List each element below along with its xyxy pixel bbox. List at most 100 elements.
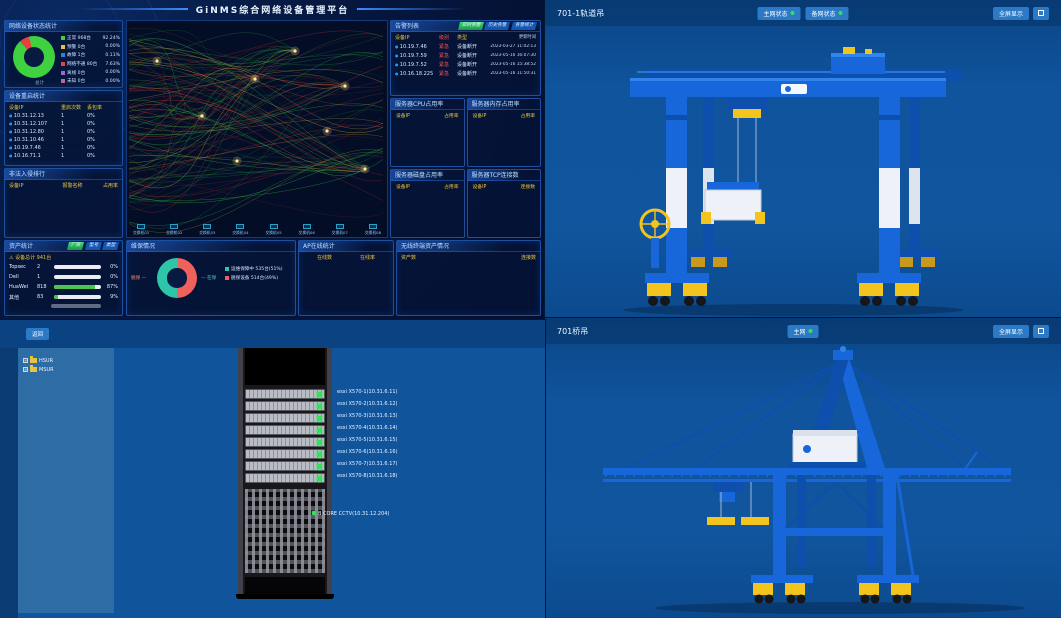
- back-button[interactable]: 返回: [26, 328, 49, 340]
- server-unit-1[interactable]: [245, 389, 325, 399]
- tree-item-1[interactable]: +MSUR: [23, 365, 109, 374]
- tab-1[interactable]: 型号: [85, 242, 102, 250]
- panel-title: 设备重启统计: [5, 91, 122, 102]
- warranty-donut-chart[interactable]: [157, 258, 197, 298]
- device-status-donut-chart[interactable]: [13, 36, 55, 78]
- table-row[interactable]: 10.19.7.46紧急设备断开2023-03-27 11:02:13: [391, 42, 540, 51]
- device-status-panel: 网络设备状态统计 正常 968台92.24%预警 0台0.00%故障 1台0.1…: [4, 20, 123, 88]
- table-row[interactable]: 10.16.18.225紧急设备断开2023-05-16 11:50:31: [391, 69, 540, 78]
- column-header: 资产数: [401, 254, 416, 261]
- table-row[interactable]: 10.19.7.4610%: [5, 144, 122, 152]
- status-pill[interactable]: 备网状态: [806, 7, 849, 20]
- status-pill[interactable]: 主网状态: [757, 7, 800, 20]
- tree-item-0[interactable]: +HSUR: [23, 356, 109, 365]
- topology-node[interactable]: 交换机04: [232, 224, 248, 236]
- server-label: esxi X570-3(10.31.6.13): [337, 413, 398, 419]
- column-header: 更新时间: [487, 34, 536, 41]
- column-header: 级别: [439, 34, 457, 41]
- topology-node[interactable]: 交换机05: [265, 224, 281, 236]
- rtg-crane-viewport[interactable]: 701-1轨道吊 主网状态备网状态 全屏显示: [545, 0, 1061, 318]
- legend-row: 未知 0台0.00%: [61, 77, 120, 86]
- server-label: esxi X570-1(10.31.6.11): [337, 389, 398, 395]
- topology-node[interactable]: 交换机07: [332, 224, 348, 236]
- table-row[interactable]: 10.19.7.52紧急设备断开2023-05-16 15:38:52: [391, 60, 540, 69]
- status-pill[interactable]: 主网: [787, 325, 818, 338]
- network-status-pills: 主网状态备网状态: [757, 7, 848, 20]
- intrusion-panel: 非法入侵排行 设备IP报警名称占用率: [4, 168, 123, 238]
- column-header: 类型: [457, 34, 487, 41]
- server-unit-3[interactable]: [245, 413, 325, 423]
- server-unit-5[interactable]: [245, 437, 325, 447]
- legend-swatch-icon: [225, 276, 229, 280]
- status-led-icon: [317, 404, 322, 409]
- server-unit-7[interactable]: [245, 461, 325, 471]
- asset-note: ⚠ 设备总计 941台: [5, 252, 122, 262]
- rack-view-header: 返回: [0, 320, 545, 348]
- table-header: 资产数连接数: [397, 252, 540, 262]
- table-row[interactable]: 10.31.10.4610%: [5, 136, 122, 144]
- server-unit-4[interactable]: [245, 425, 325, 435]
- header-wing-right: [357, 8, 467, 10]
- table-row[interactable]: 10.19.7.59紧急设备断开2023-05-16 16:07:30: [391, 51, 540, 60]
- online-dot-icon: [839, 11, 843, 15]
- legend-swatch-icon: [61, 71, 65, 75]
- legend-swatch-icon: [225, 267, 229, 271]
- alarm-tabs: 实时告警历史告警告警统计: [457, 22, 536, 30]
- topology-node[interactable]: 交换机06: [299, 224, 315, 236]
- column-header: 设备IP: [9, 182, 53, 189]
- asset-tabs: 厂商型号类型: [66, 242, 118, 250]
- usage-panel-2: 服务器磁盘占用率设备IP占用率: [390, 169, 465, 238]
- server-unit-8[interactable]: [245, 473, 325, 483]
- switch-icon: [336, 224, 344, 229]
- server-label: esxi X570-4(10.31.6.14): [337, 425, 398, 431]
- table-row[interactable]: 10.31.12.8010%: [5, 128, 122, 136]
- expand-plus-icon[interactable]: +: [23, 358, 28, 363]
- topology-node[interactable]: 交换机08: [365, 224, 381, 236]
- rack-bottom-panel: [245, 577, 325, 594]
- tab-2[interactable]: 告警统计: [511, 22, 537, 30]
- switch-icon: [203, 224, 211, 229]
- legend-row: 正常 968台92.24%: [61, 34, 120, 43]
- table-row[interactable]: 10.16.71.110%: [5, 152, 122, 160]
- panel-title: 非法入侵排行: [5, 169, 122, 180]
- topology-node[interactable]: 交换机02: [166, 224, 182, 236]
- vendor-bar-row: HuaWei81887%: [5, 282, 122, 292]
- server-unit-2[interactable]: [245, 401, 325, 411]
- device-restart-panel: 设备重启统计 设备IP重启次数丢包率 10.31.12.1310%10.31.1…: [4, 90, 123, 166]
- topology-node[interactable]: 交换机01: [133, 224, 149, 236]
- wireless-assets-panel: 无线终端资产情况 资产数连接数: [396, 240, 541, 316]
- sts-crane-viewport[interactable]: 701桥吊 主网 全屏显示: [545, 318, 1061, 618]
- legend-row: 脱保设备 514台(49%): [225, 274, 293, 283]
- network-topology-viewport[interactable]: 交换机01 交换机02 交换机03 交换机04 交换机05 交换机06 交换机07 交换机08: [126, 20, 388, 238]
- server-label: esxi X570-7(10.31.6.17): [337, 461, 398, 467]
- viewport-header: 701-1轨道吊 主网状态备网状态 全屏显示: [545, 0, 1061, 26]
- tab-1[interactable]: 历史告警: [484, 22, 510, 30]
- rtg-3d-scene[interactable]: [545, 26, 1061, 318]
- server-unit-6[interactable]: [245, 449, 325, 459]
- status-led-icon: [312, 511, 316, 515]
- table-row[interactable]: 10.31.12.1310%: [5, 112, 122, 120]
- tab-0[interactable]: 厂商: [67, 242, 84, 250]
- tab-0[interactable]: 实时告警: [458, 22, 484, 30]
- fullscreen-button[interactable]: 全屏显示: [993, 7, 1029, 20]
- fullscreen-button[interactable]: 全屏显示: [993, 325, 1029, 338]
- topology-node[interactable]: 交换机03: [199, 224, 215, 236]
- rack-patch-panel[interactable]: [245, 489, 325, 573]
- vendor-bar-list: Topsec20%Dell10%HuaWei81887%其他839%: [5, 262, 122, 302]
- server-usage-panel-grid: 服务器CPU占用率设备IP占用率服务器内存占用率设备IP占用率服务器磁盘占用率设…: [390, 98, 541, 238]
- column-header: 报警名称: [53, 182, 92, 189]
- table-row[interactable]: 10.31.12.10710%: [5, 120, 122, 128]
- sts-3d-scene[interactable]: [545, 344, 1061, 618]
- tab-2[interactable]: 类型: [102, 242, 119, 250]
- nms-dashboard: GiNMS综合网络设备管理平台 网络设备状态统计 正常 968台92.24%预警…: [0, 0, 545, 320]
- folder-icon: [30, 367, 37, 372]
- expand-icon[interactable]: [1033, 7, 1049, 20]
- server-rack[interactable]: [238, 333, 332, 599]
- expand-icon[interactable]: [1033, 325, 1049, 338]
- crane-label: 701-1轨道吊: [557, 8, 604, 19]
- expand-plus-icon[interactable]: +: [23, 367, 28, 372]
- donut-center-callout: 总计: [35, 80, 44, 86]
- alarm-panel: 告警列表 实时告警历史告警告警统计 设备IP级别类型更新时间 10.19.7.4…: [390, 20, 541, 96]
- legend-row: 离线 0台0.00%: [61, 68, 120, 77]
- panel-title: 维保情况: [127, 241, 295, 252]
